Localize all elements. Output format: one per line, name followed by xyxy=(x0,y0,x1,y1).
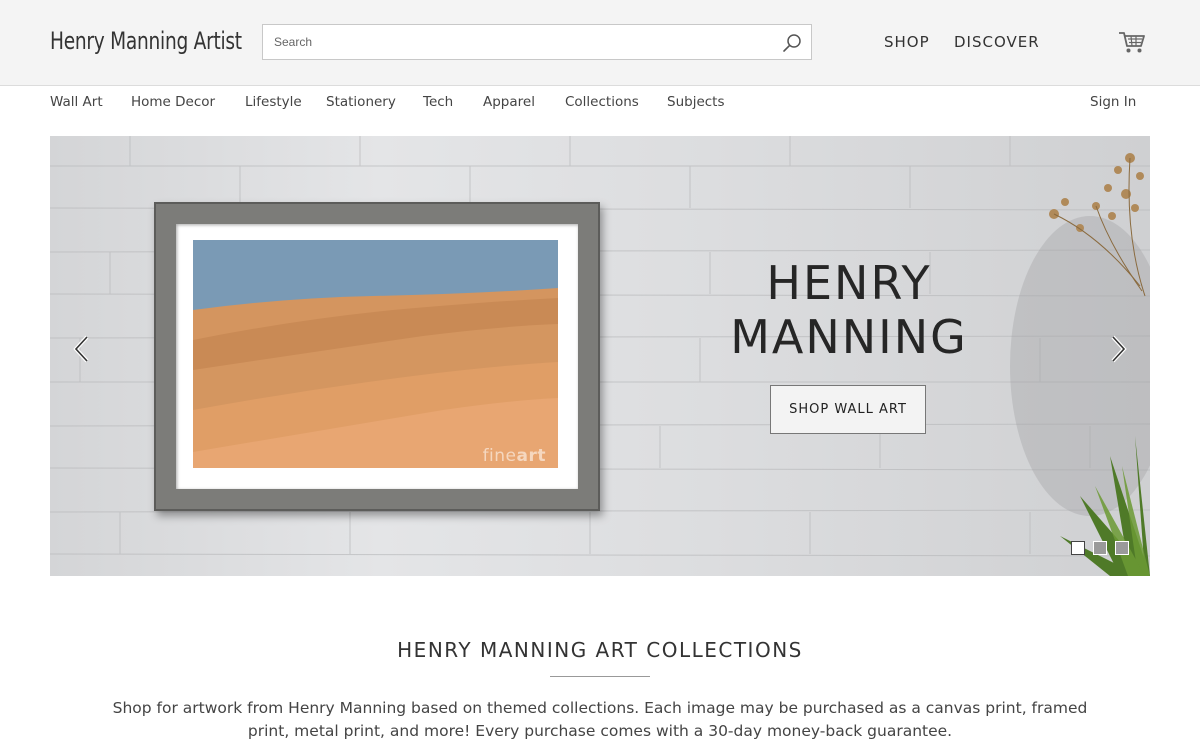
cart-icon[interactable] xyxy=(1117,28,1147,56)
framed-artwork[interactable]: fineart xyxy=(154,202,600,511)
chevron-left-icon[interactable] xyxy=(70,334,94,364)
carousel-indicators xyxy=(1071,541,1129,555)
category-tech[interactable]: Tech xyxy=(423,94,453,110)
category-lifestyle[interactable]: Lifestyle xyxy=(245,94,302,110)
category-home-decor[interactable]: Home Decor xyxy=(131,94,215,110)
category-subjects[interactable]: Subjects xyxy=(667,94,725,110)
fineart-watermark: fineart xyxy=(482,446,546,466)
artwork-mat: fineart xyxy=(176,224,578,489)
search-input[interactable] xyxy=(263,25,763,59)
category-wall-art[interactable]: Wall Art xyxy=(50,94,103,110)
chevron-right-icon[interactable] xyxy=(1106,334,1130,364)
site-logo[interactable]: Henry Manning Artist xyxy=(50,27,242,55)
carousel-dot-2[interactable] xyxy=(1093,541,1107,555)
artwork-image: fineart xyxy=(193,240,558,468)
nav-discover[interactable]: DISCOVER xyxy=(954,33,1040,51)
category-collections[interactable]: Collections xyxy=(565,94,639,110)
category-stationery[interactable]: Stationery xyxy=(326,94,396,110)
search-icon[interactable] xyxy=(781,32,803,54)
carousel-dot-1[interactable] xyxy=(1071,541,1085,555)
nav-shop[interactable]: SHOP xyxy=(884,33,930,51)
carousel-dot-3[interactable] xyxy=(1115,541,1129,555)
hero-title: HENRY MANNING xyxy=(712,256,986,364)
sign-in-link[interactable]: Sign In xyxy=(1090,94,1136,110)
site-header: Henry Manning Artist SHOP DISCOVER xyxy=(0,0,1200,86)
hero-carousel: fineart HENRY MANNING SHOP WALL ART xyxy=(50,136,1150,576)
hero-title-line-1: HENRY xyxy=(766,256,932,310)
hero-title-line-2: MANNING xyxy=(730,310,968,364)
category-apparel[interactable]: Apparel xyxy=(483,94,535,110)
collections-description: Shop for artwork from Henry Manning base… xyxy=(112,699,1088,740)
heading-divider xyxy=(550,676,650,677)
collections-heading: HENRY MANNING ART COLLECTIONS xyxy=(397,638,803,662)
search-bar[interactable] xyxy=(262,24,812,60)
shop-wall-art-button[interactable]: SHOP WALL ART xyxy=(770,385,926,434)
